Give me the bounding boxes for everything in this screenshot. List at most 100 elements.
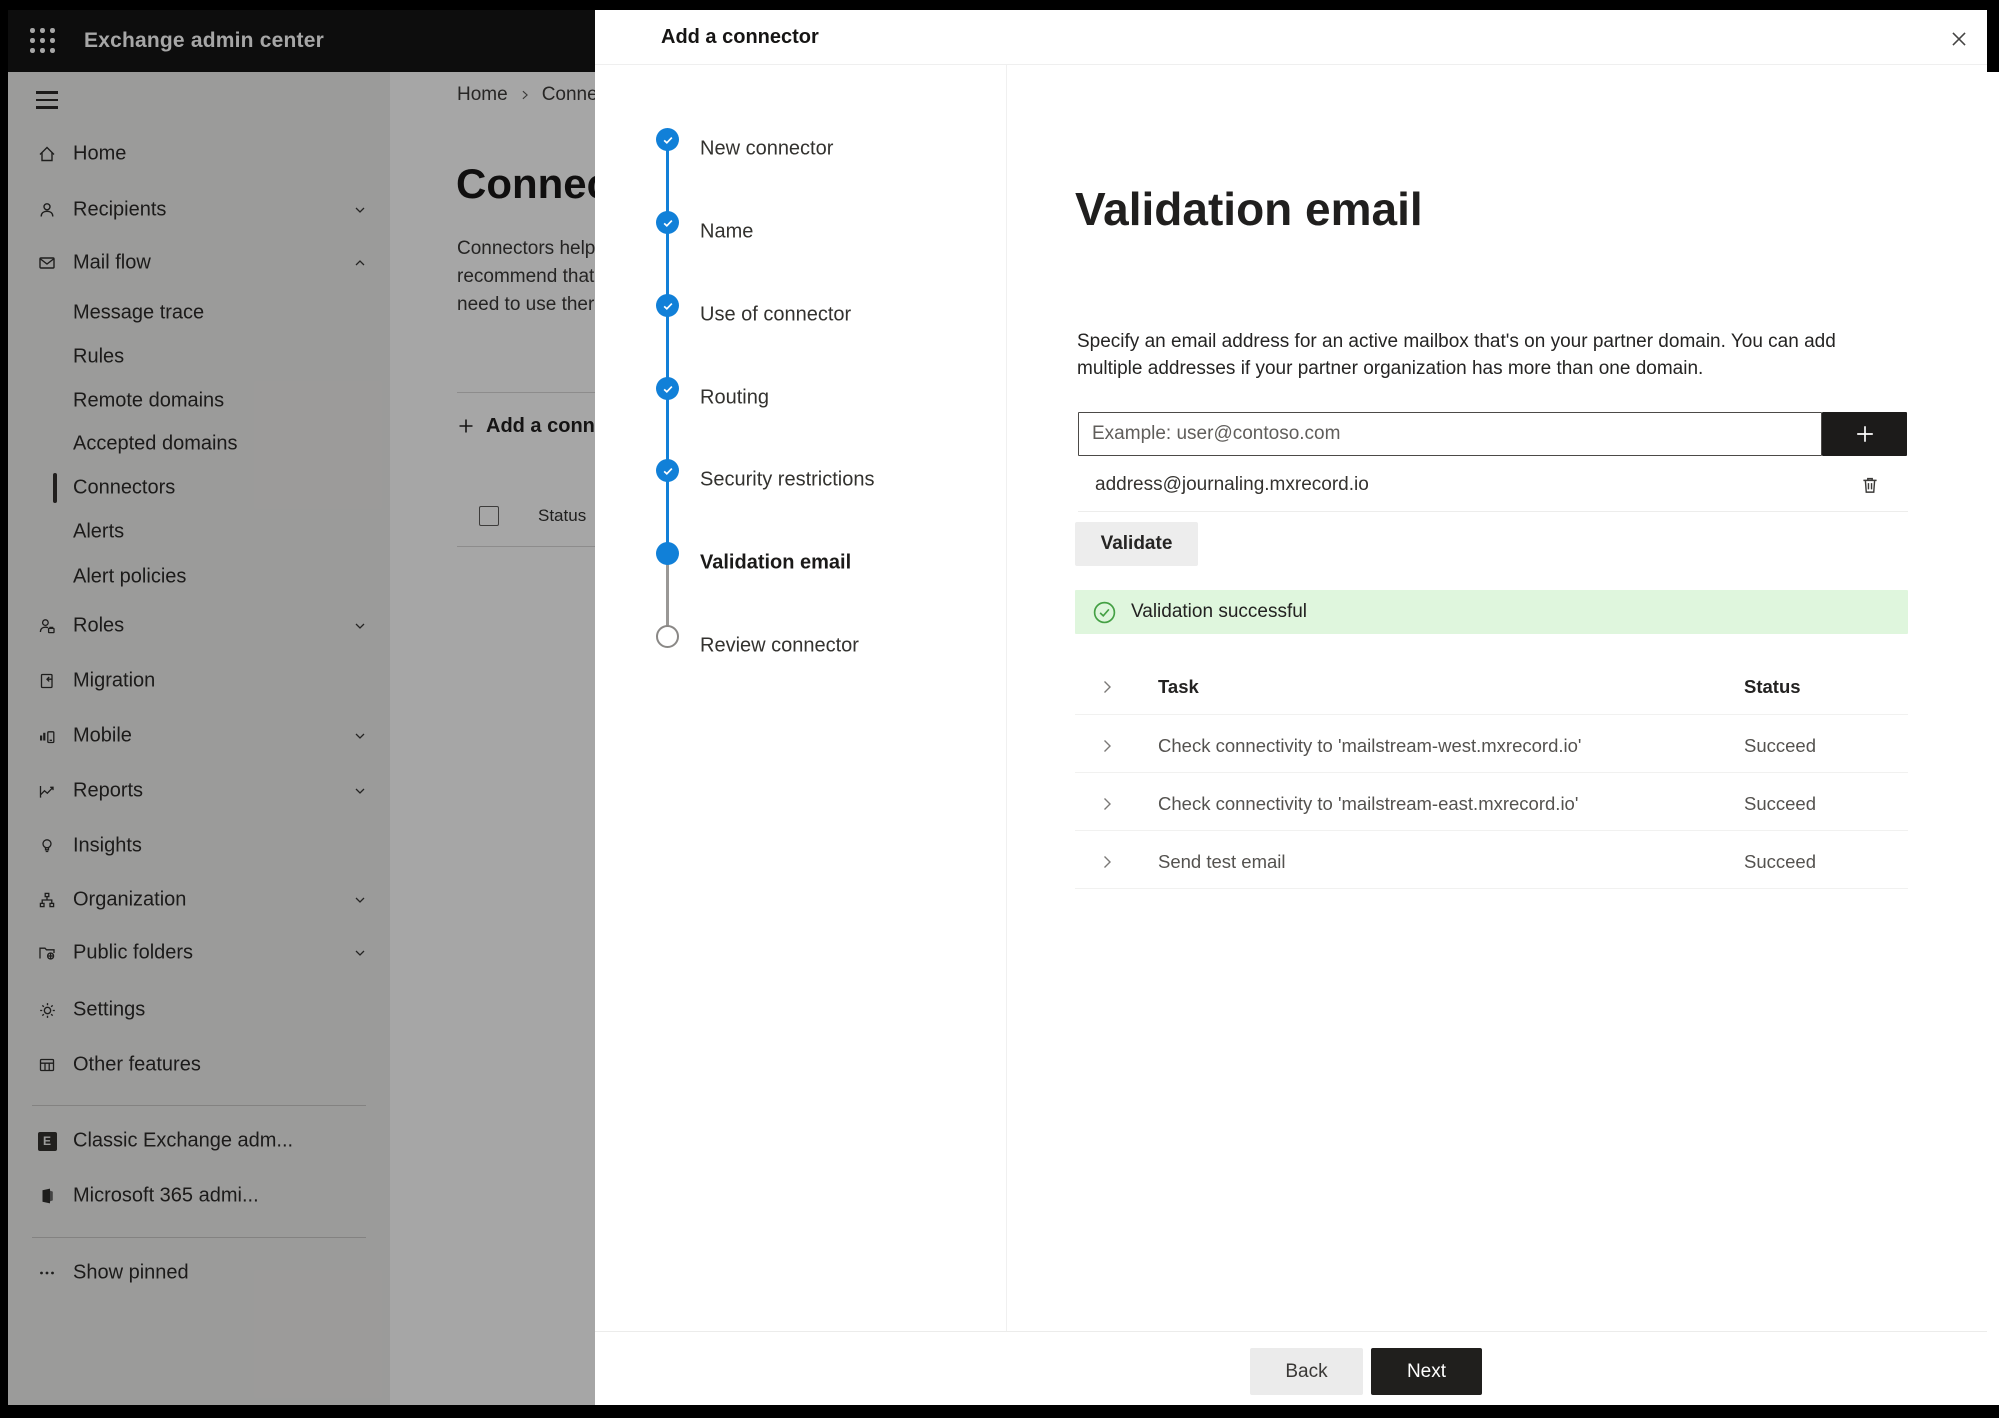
table-grid-icon <box>36 1054 58 1076</box>
sidebar-item-connectors[interactable]: Connectors <box>8 466 390 510</box>
sidebar-item-organization[interactable]: Organization <box>8 878 390 922</box>
chevron-down-icon <box>352 728 368 744</box>
sidebar-item-recipients[interactable]: Recipients <box>8 188 390 232</box>
step-label[interactable]: New connector <box>700 138 833 161</box>
sidebar-item-mobile[interactable]: Mobile <box>8 714 390 758</box>
chevron-up-icon <box>352 255 368 271</box>
app-title: Exchange admin center <box>84 29 324 52</box>
sidebar-item-label: Mail flow <box>73 251 151 274</box>
next-button[interactable]: Next <box>1371 1348 1482 1395</box>
sidebar-divider <box>32 1237 366 1238</box>
sidebar: Home Recipients Mail flow Message trace … <box>8 72 390 1405</box>
task-column-header: Task <box>1158 676 1199 697</box>
validation-success-banner: Validation successful <box>1075 590 1908 634</box>
sidebar-item-label: Home <box>73 142 127 165</box>
table-row-status: Succeed <box>1744 793 1816 814</box>
trash-icon[interactable] <box>1855 470 1885 500</box>
sidebar-item-message-trace[interactable]: Message trace <box>8 291 390 335</box>
table-row-task[interactable]: Send test email <box>1158 851 1286 873</box>
sidebar-item-settings[interactable]: Settings <box>8 988 390 1032</box>
validate-button[interactable]: Validate <box>1075 522 1198 566</box>
sidebar-item-remote-domains[interactable]: Remote domains <box>8 379 390 423</box>
sidebar-item-label: Alert policies <box>73 565 187 588</box>
app-launcher-icon[interactable] <box>30 28 56 54</box>
plus-icon <box>456 416 476 436</box>
step-label[interactable]: Security restrictions <box>700 469 875 492</box>
line-chart-icon <box>36 780 58 802</box>
page-intro-line: need to use ther <box>457 294 595 315</box>
step-circle-security-restrictions[interactable] <box>656 459 679 482</box>
sidebar-item-label: Organization <box>73 888 187 911</box>
email-address-input[interactable] <box>1078 412 1822 456</box>
step-circle-validation-email[interactable] <box>656 542 679 565</box>
table-divider <box>1075 714 1908 715</box>
chevron-right-icon[interactable] <box>1097 852 1117 872</box>
sidebar-item-home[interactable]: Home <box>8 132 390 176</box>
sidebar-item-alerts[interactable]: Alerts <box>8 510 390 554</box>
step-label[interactable]: Use of connector <box>700 304 851 327</box>
sidebar-item-accepted-domains[interactable]: Accepted domains <box>8 422 390 466</box>
validation-email-heading: Validation email <box>1075 183 1423 235</box>
sidebar-item-other-features[interactable]: Other features <box>8 1043 390 1087</box>
sidebar-item-insights[interactable]: Insights <box>8 824 390 868</box>
sidebar-item-mail-flow[interactable]: Mail flow <box>8 241 390 285</box>
back-button[interactable]: Back <box>1250 1348 1363 1395</box>
select-all-checkbox[interactable] <box>479 506 499 526</box>
step-circle-new-connector[interactable] <box>656 128 679 151</box>
step-circle-review-connector[interactable] <box>656 625 679 648</box>
person-icon <box>36 199 58 221</box>
gear-icon <box>36 999 58 1021</box>
mail-icon <box>36 252 58 274</box>
sidebar-item-label: Mobile <box>73 724 132 747</box>
sidebar-item-public-folders[interactable]: Public folders <box>8 931 390 975</box>
selected-indicator <box>53 473 57 503</box>
hamburger-menu-icon[interactable] <box>28 84 64 116</box>
add-connector-button[interactable]: Add a conn <box>456 408 595 444</box>
page-title: Connec <box>456 160 611 207</box>
chevron-right-icon[interactable] <box>1097 794 1117 814</box>
sidebar-item-roles[interactable]: Roles <box>8 604 390 648</box>
sidebar-item-reports[interactable]: Reports <box>8 769 390 813</box>
sidebar-item-show-pinned[interactable]: Show pinned <box>8 1251 390 1295</box>
roles-icon <box>36 615 58 637</box>
close-icon[interactable] <box>1941 21 1977 57</box>
panel-title: Add a connector <box>661 26 819 48</box>
step-circle-use-of-connector[interactable] <box>656 294 679 317</box>
sidebar-item-alert-policies[interactable]: Alert policies <box>8 555 390 599</box>
sidebar-item-label: Migration <box>73 669 156 692</box>
steps-divider <box>1006 65 1007 1331</box>
topbar: Exchange admin center <box>8 10 595 72</box>
sidebar-item-label: Recipients <box>73 198 167 221</box>
step-label[interactable]: Review connector <box>700 635 859 658</box>
table-divider <box>1075 888 1908 889</box>
classic-exchange-icon: E <box>36 1130 58 1152</box>
sidebar-item-migration[interactable]: Migration <box>8 659 390 703</box>
added-address: address@journaling.mxrecord.io <box>1095 474 1369 495</box>
step-label-current[interactable]: Validation email <box>700 552 851 575</box>
sidebar-item-label: Classic Exchange adm... <box>73 1129 294 1152</box>
sidebar-item-label: Show pinned <box>73 1261 189 1284</box>
sidebar-item-label: Insights <box>73 834 142 857</box>
sidebar-item-microsoft-365[interactable]: Microsoft 365 admi... <box>8 1174 390 1218</box>
sidebar-item-classic-exchange[interactable]: E Classic Exchange adm... <box>8 1119 390 1163</box>
chevron-down-icon <box>352 783 368 799</box>
table-row-task[interactable]: Check connectivity to 'mailstream-east.m… <box>1158 793 1578 815</box>
chevron-down-icon <box>352 618 368 634</box>
step-label[interactable]: Name <box>700 221 753 244</box>
chevron-right-icon[interactable] <box>1097 677 1117 697</box>
step-circle-name[interactable] <box>656 211 679 234</box>
add-connector-label: Add a conn <box>486 414 595 437</box>
add-email-button[interactable] <box>1822 412 1907 456</box>
page-intro-line: Connectors help <box>457 238 596 259</box>
breadcrumb-home-link[interactable]: Home <box>457 84 508 106</box>
step-label[interactable]: Routing <box>700 387 769 410</box>
page-intro-line: recommend that <box>457 266 595 287</box>
chevron-down-icon <box>352 202 368 218</box>
step-circle-routing[interactable] <box>656 377 679 400</box>
chevron-right-icon[interactable] <box>1097 736 1117 756</box>
sidebar-item-label: Public folders <box>73 941 194 964</box>
validation-email-description: Specify an email address for an active m… <box>1077 331 1836 379</box>
sidebar-item-rules[interactable]: Rules <box>8 335 390 379</box>
public-folder-icon <box>36 942 58 964</box>
table-row-task[interactable]: Check connectivity to 'mailstream-west.m… <box>1158 735 1581 757</box>
